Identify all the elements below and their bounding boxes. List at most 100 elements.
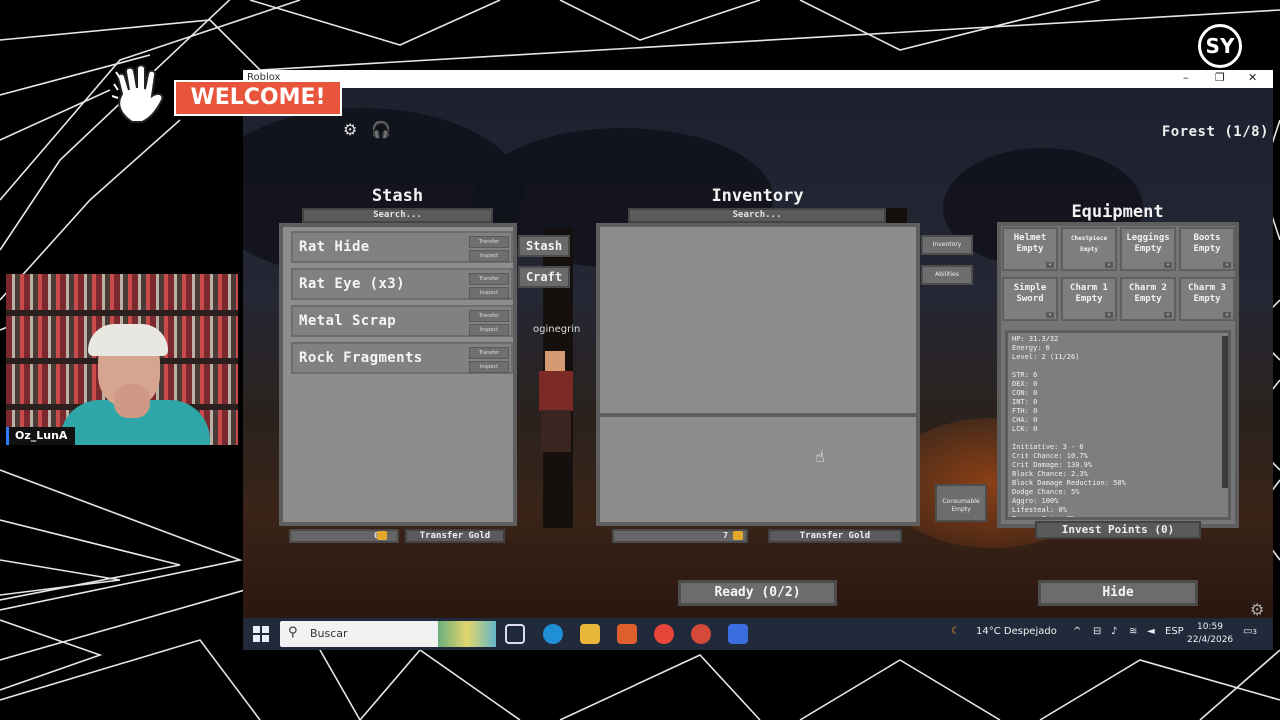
invest-points-button[interactable]: Invest Points (0) xyxy=(1035,521,1201,539)
gold-coin-icon xyxy=(733,531,743,540)
slot-value: Empty xyxy=(1079,246,1099,253)
participant-name-tag: Oz_LunA xyxy=(6,427,76,445)
stash-search-input[interactable]: Search... xyxy=(302,208,493,223)
stat-line: Crit Damage: 130.9% xyxy=(1012,461,1093,469)
edge-browser-icon[interactable] xyxy=(543,624,563,644)
stash-item-name: Metal Scrap xyxy=(299,313,397,329)
equipment-title: Equipment xyxy=(1071,202,1164,222)
welcome-banner: WELCOME! xyxy=(112,64,346,126)
player-nametag: oginegrin xyxy=(533,324,581,335)
welcome-label: WELCOME! xyxy=(174,80,342,116)
window-titlebar: Roblox – ❐ ✕ xyxy=(243,70,1273,88)
notifications-icon[interactable]: ▭3 xyxy=(1243,626,1257,637)
file-explorer-icon[interactable] xyxy=(580,624,600,644)
volume-icon[interactable]: ◄ xyxy=(1147,626,1155,637)
slot-filter-icon: ▾ xyxy=(1223,312,1231,318)
equipment-slot-chestpiece[interactable]: Chestpiece Empty ▾ xyxy=(1061,227,1117,271)
chrome-profile-icon[interactable] xyxy=(691,624,711,644)
equipment-slot-leggings[interactable]: Leggings Empty ▾ xyxy=(1120,227,1176,271)
tab-inventory[interactable]: Inventory xyxy=(921,235,973,255)
stat-line xyxy=(1012,434,1224,443)
hide-button[interactable]: Hide xyxy=(1038,580,1198,606)
equipment-slot-weapon[interactable]: Simple Sword ▾ xyxy=(1002,277,1058,321)
tab-stash[interactable]: Stash xyxy=(518,235,570,257)
stat-line: Lifesteal: 0% xyxy=(1012,506,1067,514)
notifications-count: 3 xyxy=(1252,628,1257,636)
equipment-slot-charm-3[interactable]: Charm 3 Empty ▾ xyxy=(1179,277,1235,321)
stat-line: Block Damage Reduction: 50% xyxy=(1012,479,1126,487)
consumable-slot[interactable]: Consumable Empty xyxy=(935,484,987,522)
stash-transfer-gold-button[interactable]: Transfer Gold xyxy=(405,529,505,543)
equipment-slot-charm-2[interactable]: Charm 2 Empty ▾ xyxy=(1120,277,1176,321)
stat-line: FTH: 0 xyxy=(1012,407,1038,415)
inspect-button[interactable]: Inspect xyxy=(469,324,509,336)
taskbar-clock[interactable]: 10:59 22/4/2026 xyxy=(1187,621,1233,647)
player-avatar-body xyxy=(539,371,573,411)
settings-gear-icon[interactable]: ⚙ xyxy=(1250,600,1264,619)
gold-coin-icon xyxy=(377,531,387,540)
transfer-button[interactable]: Transfer xyxy=(469,273,509,285)
stash-item-name: Rock Fragments xyxy=(299,350,423,366)
roblox-icon[interactable] xyxy=(728,624,748,644)
stash-title: Stash xyxy=(371,186,424,206)
store-icon[interactable] xyxy=(617,624,637,644)
stash-item[interactable]: Rock Fragments Transfer Inspect xyxy=(291,342,513,374)
slot-filter-icon: ▾ xyxy=(1046,312,1054,318)
tab-abilities[interactable]: Abilities xyxy=(921,265,973,285)
stat-line: Block Chance: 2.3% xyxy=(1012,470,1088,478)
stash-item[interactable]: Rat Eye (x3) Transfer Inspect xyxy=(291,268,513,300)
weather-text[interactable]: 14°C Despejado xyxy=(976,626,1057,637)
transfer-button[interactable]: Transfer xyxy=(469,310,509,322)
tray-chevron-icon[interactable]: ^ xyxy=(1073,626,1081,637)
slot-value: Empty xyxy=(1134,294,1162,304)
maximize-button[interactable]: ❐ xyxy=(1215,71,1225,84)
transfer-button[interactable]: Transfer xyxy=(469,347,509,359)
minimize-button[interactable]: – xyxy=(1183,71,1189,84)
transfer-button[interactable]: Transfer xyxy=(469,236,509,248)
ready-button[interactable]: Ready (0/2) xyxy=(678,580,837,606)
inventory-transfer-gold-button[interactable]: Transfer Gold xyxy=(768,529,902,543)
inventory-gold-amount: 7 xyxy=(612,529,748,543)
player-avatar-head xyxy=(545,351,565,371)
inventory-panel xyxy=(596,223,920,526)
stash-item[interactable]: Metal Scrap Transfer Inspect xyxy=(291,305,513,337)
inspect-button[interactable]: Inspect xyxy=(469,287,509,299)
equipment-slot-charm-1[interactable]: Charm 1 Empty ▾ xyxy=(1061,277,1117,321)
task-view-icon[interactable] xyxy=(505,624,525,644)
network-icon[interactable]: ⊟ xyxy=(1093,626,1101,637)
windows-start-icon[interactable] xyxy=(253,626,269,642)
person-hand xyxy=(114,384,150,418)
slot-name: Leggings xyxy=(1126,233,1170,243)
search-highlight-image xyxy=(438,621,496,647)
stats-scrollbar[interactable] xyxy=(1222,336,1228,488)
stat-line: CHA: 0 xyxy=(1012,416,1038,424)
inventory-title: Inventory xyxy=(711,186,804,206)
close-button[interactable]: ✕ xyxy=(1248,71,1257,84)
stat-line: INT: 0 xyxy=(1012,398,1038,406)
equipment-slot-helmet[interactable]: Helmet Empty ▾ xyxy=(1002,227,1058,271)
language-indicator[interactable]: ESP xyxy=(1165,626,1184,637)
chrome-icon[interactable] xyxy=(654,624,674,644)
stat-line: Level: 2 (11/26) xyxy=(1012,353,1080,361)
microphone-icon[interactable]: ♪ xyxy=(1111,626,1117,637)
stash-item-name: Rat Hide xyxy=(299,239,370,255)
slot-filter-icon: ▾ xyxy=(1105,312,1113,318)
person-cap xyxy=(88,324,168,356)
equipment-slot-boots[interactable]: Boots Empty ▾ xyxy=(1179,227,1235,271)
shelf-board xyxy=(6,310,238,316)
tab-craft[interactable]: Craft xyxy=(518,266,570,288)
clock-date: 22/4/2026 xyxy=(1187,635,1234,645)
taskbar-search[interactable]: ⚲ Buscar xyxy=(280,621,496,647)
inventory-search-input[interactable]: Search... xyxy=(628,208,886,223)
streamyard-logo-mark: SY xyxy=(1198,24,1242,68)
stash-item[interactable]: Rat Hide Transfer Inspect xyxy=(291,231,513,263)
headphones-icon[interactable]: 🎧 xyxy=(371,120,391,139)
inspect-button[interactable]: Inspect xyxy=(469,250,509,262)
mouse-cursor: ☝ xyxy=(815,447,825,466)
inspect-button[interactable]: Inspect xyxy=(469,361,509,373)
player-avatar-legs xyxy=(541,410,571,452)
slot-name: Chestpiece xyxy=(1070,235,1108,242)
slot-name: Boots xyxy=(1193,233,1221,243)
consumable-value: Empty xyxy=(951,506,971,513)
wifi-icon[interactable]: ≋ xyxy=(1129,626,1137,637)
